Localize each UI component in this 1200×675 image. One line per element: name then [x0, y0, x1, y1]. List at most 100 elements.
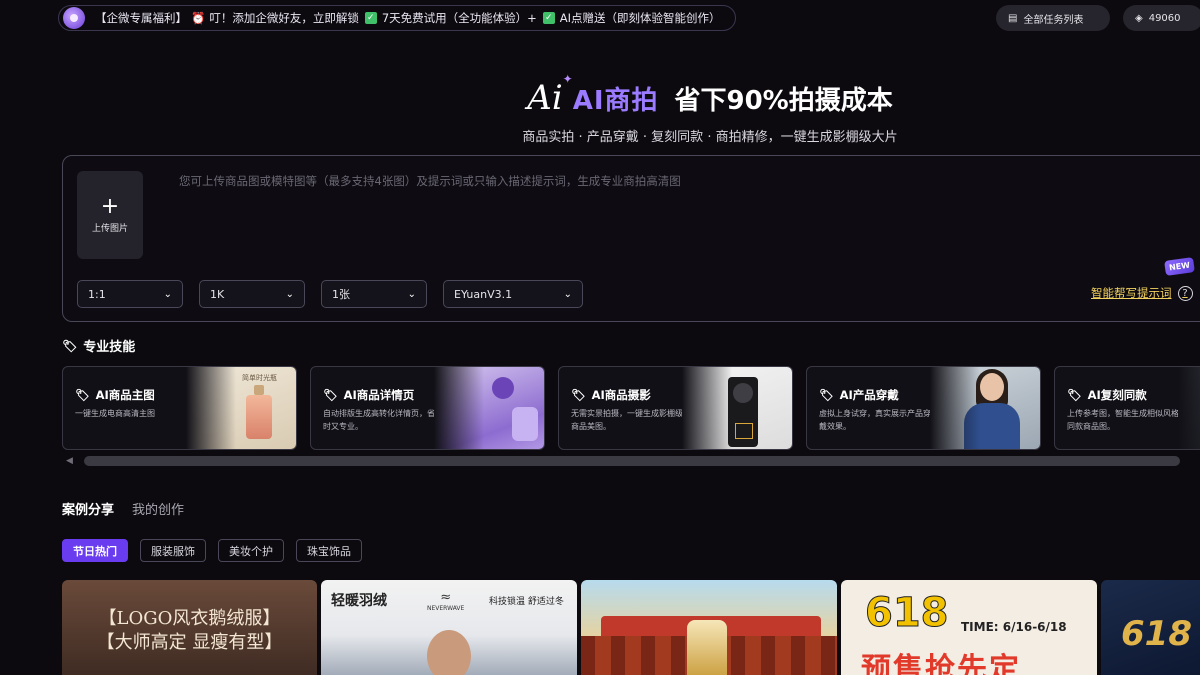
filter-apparel[interactable]: 服装服饰	[140, 539, 206, 562]
camera-image	[682, 367, 792, 449]
gallery-item-coat[interactable]: 【LOGO风衣鹅绒服】 【大师高定 显瘦有型】	[62, 580, 317, 675]
skill-card-desc: 一键生成电商高清主图	[75, 409, 155, 418]
mascot-logo-icon	[63, 7, 85, 29]
points-button[interactable]: ◈ 49060	[1123, 5, 1200, 31]
package-shape	[512, 407, 538, 441]
chevron-down-icon: ⌄	[407, 288, 416, 300]
tag-icon: 🏷	[1067, 388, 1082, 402]
filter-jewelry[interactable]: 珠宝饰品	[296, 539, 362, 562]
tab-my-creations[interactable]: 我的创作	[132, 499, 184, 518]
new-badge: NEW	[1164, 257, 1195, 276]
carousel-scrollbar[interactable]: ◀	[66, 455, 1182, 467]
hero-slogan: 省下90%拍摄成本	[674, 85, 893, 116]
gimbal-camera-icon	[728, 377, 758, 447]
gallery-text: 618	[865, 590, 949, 637]
tag-icon: 🏷	[75, 388, 90, 402]
skill-card-product-main[interactable]: 简单时光瓶 🏷 AI商品主图 一键生成电商高清主图	[62, 366, 297, 450]
tag-icon: 🏷	[323, 388, 338, 402]
task-list-button[interactable]: ▤ 全部任务列表	[996, 5, 1110, 31]
promo-text-d: AI点赠送（即刻体验智能创作）	[559, 11, 721, 25]
hero-ai-label: AI商拍	[572, 85, 659, 116]
skill-card-photography[interactable]: 🏷 AI商品摄影 无需实景拍摄，一键生成影棚级商品美图。	[558, 366, 793, 450]
help-icon[interactable]: ?	[1177, 285, 1193, 301]
upload-image-button[interactable]: + 上传图片	[77, 171, 143, 259]
gallery-text: 618	[1121, 614, 1192, 654]
promo-banner[interactable]: 【企微专属福利】 ⏰ 叮！添加企微好友，立即解锁 ✓ 7天免费试用（全功能体验）…	[58, 5, 736, 31]
scrollbar-thumb[interactable]	[84, 456, 1180, 466]
prompt-input[interactable]: 您可上传商品图或模特图等（最多支持4张图）及提示词或只输入描述提示词，生成专业商…	[179, 173, 681, 189]
skill-card-title: 🏷 AI商品详情页	[323, 388, 415, 402]
skills-carousel: 简单时光瓶 🏷 AI商品主图 一键生成电商高清主图 🏷 AI商品详情页 自动排版生成…	[62, 366, 1200, 450]
gallery-text: 【LOGO风衣鹅绒服】	[98, 608, 281, 629]
skill-card-replicate[interactable]: 🏷 AI复刻同款 上传参考图，智能生成相似风格同款商品图。	[1054, 366, 1200, 450]
points-value: 49060	[1148, 12, 1181, 24]
task-list-label: 全部任务列表	[1023, 14, 1084, 26]
plus-icon: +	[100, 193, 120, 219]
skills-header: 🏷 专业技能	[62, 336, 136, 356]
hero-title: Ai ✦ AI商拍 省下90%拍摄成本	[220, 72, 1200, 118]
showcase-tabs: 案例分享 我的创作	[62, 499, 184, 518]
resolution-select[interactable]: 1K ⌄	[199, 280, 305, 308]
skill-card-desc: 自动排版生成高转化详情页，省时又专业。	[323, 409, 435, 431]
skill-card-title: 🏷 AI产品穿戴	[819, 388, 899, 402]
skill-card-detail-page[interactable]: 🏷 AI商品详情页 自动排版生成高转化详情页，省时又专业。	[310, 366, 545, 450]
gallery-text: 预售抢先定	[861, 652, 1021, 675]
skill-card-title: 🏷 AI复刻同款	[1067, 388, 1147, 402]
scroll-left-icon[interactable]: ◀	[66, 456, 73, 466]
skill-card-title: 🏷 AI商品摄影	[571, 388, 651, 402]
chevron-down-icon: ⌄	[163, 288, 172, 300]
skill-card-desc: 虚拟上身试穿，真实展示产品穿戴效果。	[819, 409, 931, 431]
gallery-text: 轻暖羽绒	[331, 593, 387, 609]
hero: Ai ✦ AI商拍 省下90%拍摄成本 商品实拍 · 产品穿戴 · 复刻同款 · …	[0, 72, 1200, 145]
replicate-image	[1178, 367, 1200, 449]
image-count-select[interactable]: 1张 ⌄	[321, 280, 427, 308]
skill-card-desc: 无需实景拍摄，一键生成影棚级商品美图。	[571, 409, 683, 431]
model-face-icon	[427, 630, 471, 675]
chevron-down-icon: ⌄	[285, 288, 294, 300]
skill-card-wear[interactable]: 🏷 AI产品穿戴 虚拟上身试穿，真实展示产品穿戴效果。	[806, 366, 1041, 450]
resolution-value: 1K	[210, 287, 225, 301]
aspect-ratio-value: 1:1	[88, 287, 106, 301]
task-list-icon: ▤	[1008, 12, 1018, 24]
gallery-item-down-jacket[interactable]: 轻暖羽绒 ≈ NEVERWAVE 科技锁温 舒适过冬	[321, 580, 577, 675]
promo-text-c: 7天免费试用（全功能体验）+	[381, 11, 537, 25]
smart-prompt-link[interactable]: 智能帮写提示词 ?	[1091, 285, 1193, 301]
gallery-item-618-presale[interactable]: 618 TIME: 6/16-6/18 预售抢先定	[841, 580, 1097, 675]
alarm-clock-icon: ⏰	[191, 11, 206, 25]
hero-subtitle: 商品实拍 · 产品穿戴 · 复刻同款 · 商拍精修，一键生成影棚级大片	[522, 130, 898, 145]
liquor-jar-icon	[687, 620, 727, 675]
model-image	[930, 367, 1040, 449]
promo-text-b: 叮！添加企微好友，立即解锁	[209, 11, 359, 25]
tab-case-share[interactable]: 案例分享	[62, 499, 114, 518]
detail-page-image	[434, 367, 544, 449]
skills-title: 专业技能	[83, 340, 136, 355]
generation-panel: + 上传图片 您可上传商品图或模特图等（最多支持4张图）及提示词或只输入描述提示…	[62, 155, 1200, 322]
perfume-bottle-icon	[246, 385, 272, 439]
flame-icon: ◈	[1135, 12, 1143, 24]
perfume-image: 简单时光瓶	[186, 367, 296, 449]
gallery-item-618-gold[interactable]: 618	[1101, 580, 1200, 675]
aspect-ratio-select[interactable]: 1:1 ⌄	[77, 280, 183, 308]
filter-beauty[interactable]: 美妆个护	[218, 539, 284, 562]
check-icon: ✓	[364, 12, 377, 24]
gallery-item-liquor[interactable]	[581, 580, 837, 675]
model-select[interactable]: EYuanV3.1 ⌄	[443, 280, 583, 308]
gallery-text: TIME: 6/16-6/18	[961, 620, 1067, 634]
grape-shape	[492, 377, 514, 399]
ai-logo-icon: Ai ✦	[527, 72, 573, 118]
brand-logo-icon: ≈ NEVERWAVE	[427, 590, 465, 612]
upload-label: 上传图片	[91, 223, 128, 234]
model-person-icon	[962, 369, 1022, 449]
tag-icon: 🏷	[819, 388, 834, 402]
filter-holiday-hot[interactable]: 节日热门	[62, 539, 128, 562]
tag-icon: 🏷	[571, 388, 586, 402]
card1-image-text: 简单时光瓶	[242, 374, 277, 382]
image-count-value: 1张	[332, 288, 350, 301]
smart-prompt-label: 智能帮写提示词	[1091, 286, 1172, 300]
promo-text-a: 【企微专属福利】	[95, 11, 187, 25]
check-icon: ✓	[542, 12, 555, 24]
model-value: EYuanV3.1	[454, 287, 513, 301]
skill-card-title: 🏷 AI商品主图	[75, 388, 155, 402]
chevron-down-icon: ⌄	[563, 288, 572, 300]
skill-card-desc: 上传参考图，智能生成相似风格同款商品图。	[1067, 409, 1179, 431]
